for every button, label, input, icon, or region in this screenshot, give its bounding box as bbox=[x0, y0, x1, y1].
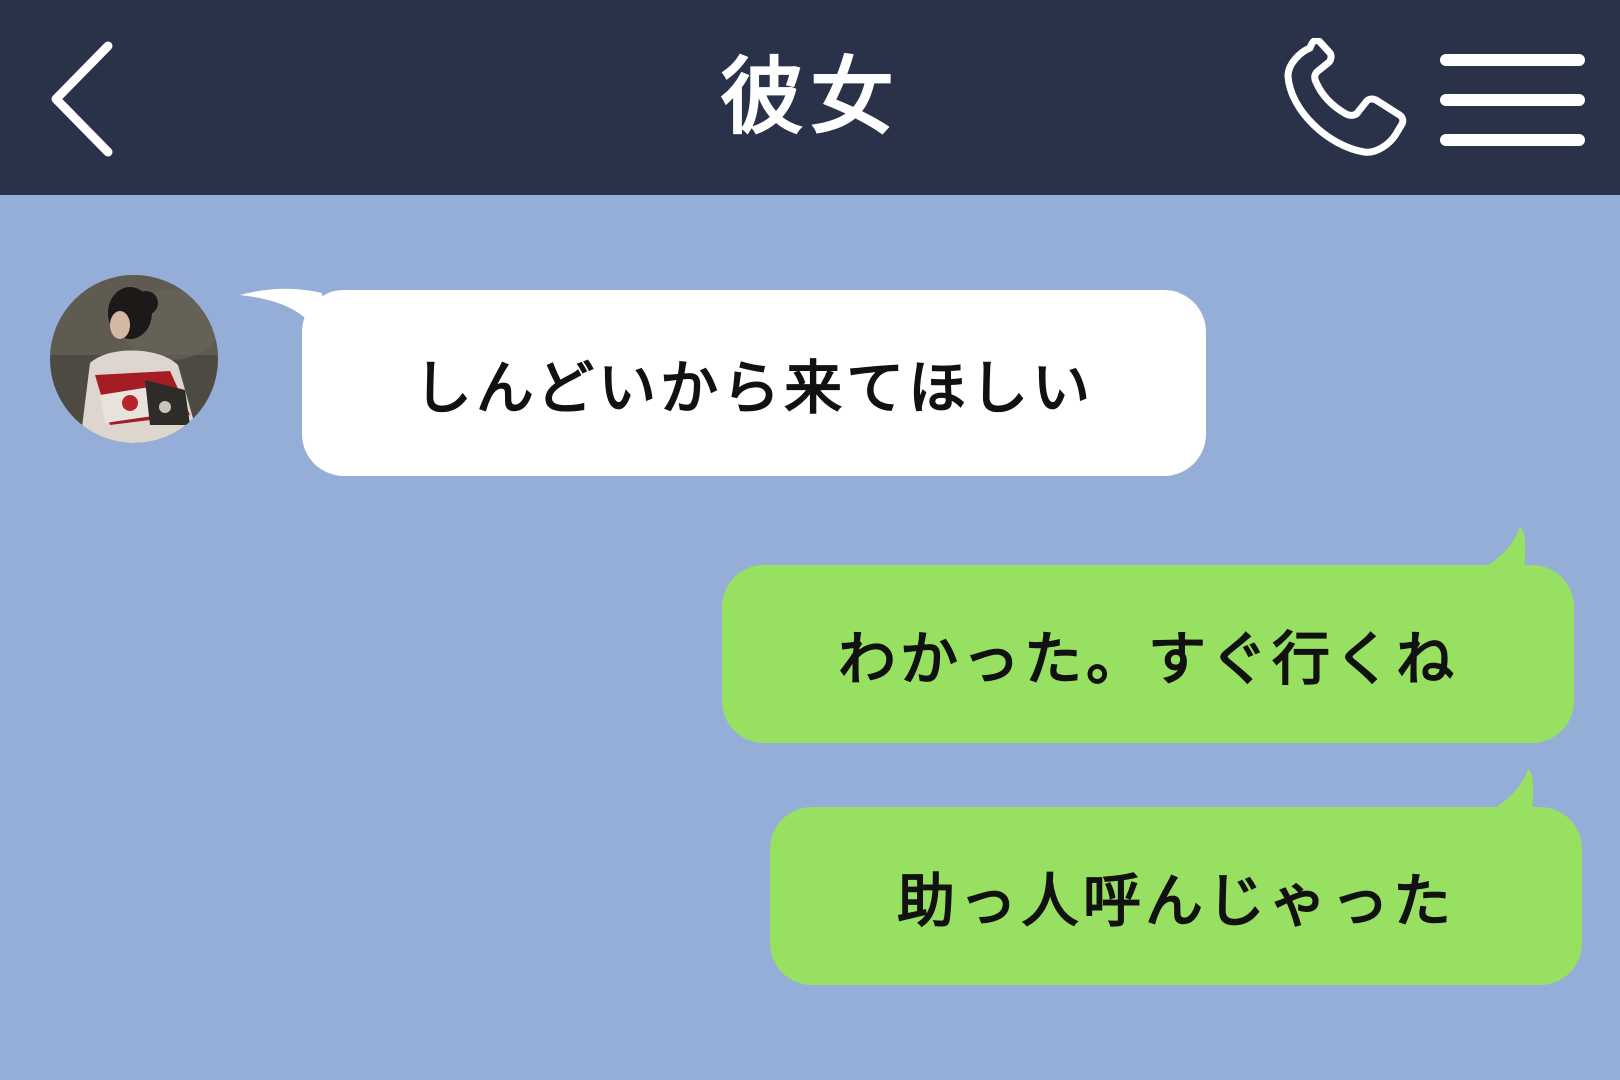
message-text: しんどいから来てほしい bbox=[413, 354, 1095, 422]
hamburger-menu-icon[interactable] bbox=[1440, 52, 1585, 148]
chat-message-area[interactable]: しんどいから来てほしい わかった。すぐ行くね 助っ人呼んじゃった bbox=[0, 195, 1620, 1080]
message-bubble-outgoing[interactable]: わかった。すぐ行くね bbox=[722, 565, 1574, 743]
message-bubble-outgoing[interactable]: 助っ人呼んじゃった bbox=[770, 807, 1582, 985]
message-bubble-incoming[interactable]: しんどいから来てほしい bbox=[302, 290, 1206, 476]
message-text: 助っ人呼んじゃった bbox=[896, 867, 1455, 935]
chat-header: 彼女 bbox=[0, 0, 1620, 195]
phone-icon[interactable] bbox=[1280, 38, 1420, 162]
contact-avatar[interactable] bbox=[50, 275, 218, 443]
avatar-photo bbox=[50, 275, 218, 443]
message-text: わかった。すぐ行くね bbox=[837, 625, 1458, 693]
